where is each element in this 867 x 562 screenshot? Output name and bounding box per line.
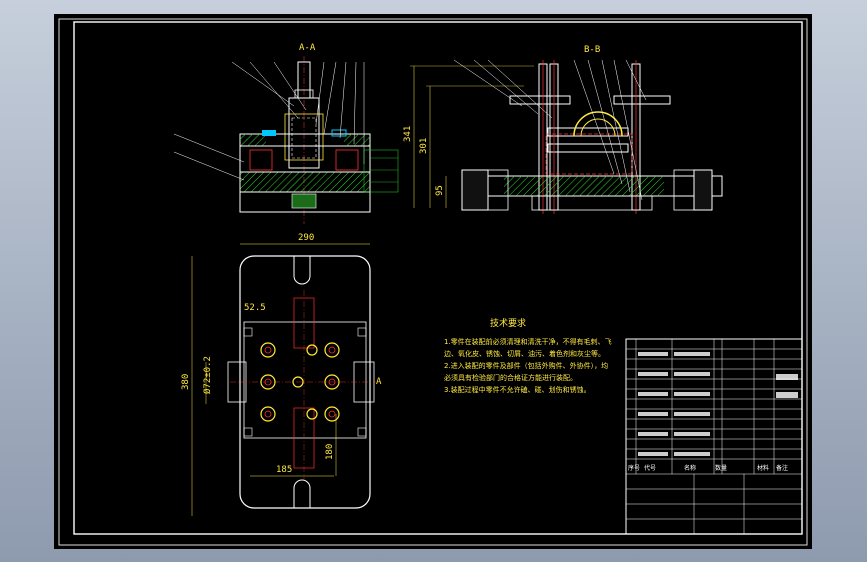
dim-dia: Ø72±0.2 xyxy=(202,356,213,394)
section-a-a-label: A-A xyxy=(299,43,316,53)
tb-h-code: 代号 xyxy=(644,464,656,472)
tech-line-1: 1.零件在装配前必须清理和清洗干净，不得有毛刺、飞 xyxy=(444,337,612,346)
tech-title: 技术要求 xyxy=(490,317,526,329)
section-b-b-label: B-B xyxy=(584,45,600,55)
dim-top-width: 290 xyxy=(298,233,314,243)
drawing-frame xyxy=(73,21,803,535)
tb-h-qty: 数量 xyxy=(715,464,727,472)
dim-left-height: 380 xyxy=(181,374,191,390)
dim-341: 341 xyxy=(403,126,413,142)
section-b-b: B-B 341 301 95 xyxy=(403,45,723,214)
tech-line-2: 边、氧化皮、锈蚀、切屑、油污、着色剂和灰尘等。 xyxy=(444,349,605,358)
tb-h-remark: 备注 xyxy=(776,464,788,472)
tb-h-material: 材料 xyxy=(757,464,769,472)
tech-line-5: 3.装配过程中零件不允许磕、碰、划伤和锈蚀。 xyxy=(444,385,591,394)
tech-line-4: 必须具有检验部门的合格证方能进行装配。 xyxy=(444,373,577,382)
dim-52-5: 52.5 xyxy=(244,303,266,313)
technical-requirements: 技术要求 1.零件在装配前必须清理和清洗干净，不得有毛刺、飞 边、氧化皮、锈蚀、… xyxy=(444,317,612,394)
dim-bottom-185: 185 xyxy=(276,465,292,475)
section-a-a: A-A xyxy=(173,43,399,224)
tb-h-name: 名称 xyxy=(684,464,696,472)
cad-viewport[interactable]: A-A B-B 341 301 95 290 380 52.5 Ø72±0.2 … xyxy=(54,14,812,549)
title-block: 序号 代号 名称 数量 材料 备注 xyxy=(625,338,803,535)
tb-h-no: 序号 xyxy=(628,464,640,472)
drawing-sheet: A-A B-B 341 301 95 290 380 52.5 Ø72±0.2 … xyxy=(58,18,808,546)
dim-301: 301 xyxy=(419,138,429,154)
plan-view: 290 380 52.5 Ø72±0.2 185 180 A xyxy=(181,233,382,516)
tech-line-3: 2.进入装配的零件及部件（包括外购件、外协件），均 xyxy=(444,361,608,370)
dim-right-180: 180 xyxy=(325,444,335,460)
dim-95: 95 xyxy=(435,185,445,196)
